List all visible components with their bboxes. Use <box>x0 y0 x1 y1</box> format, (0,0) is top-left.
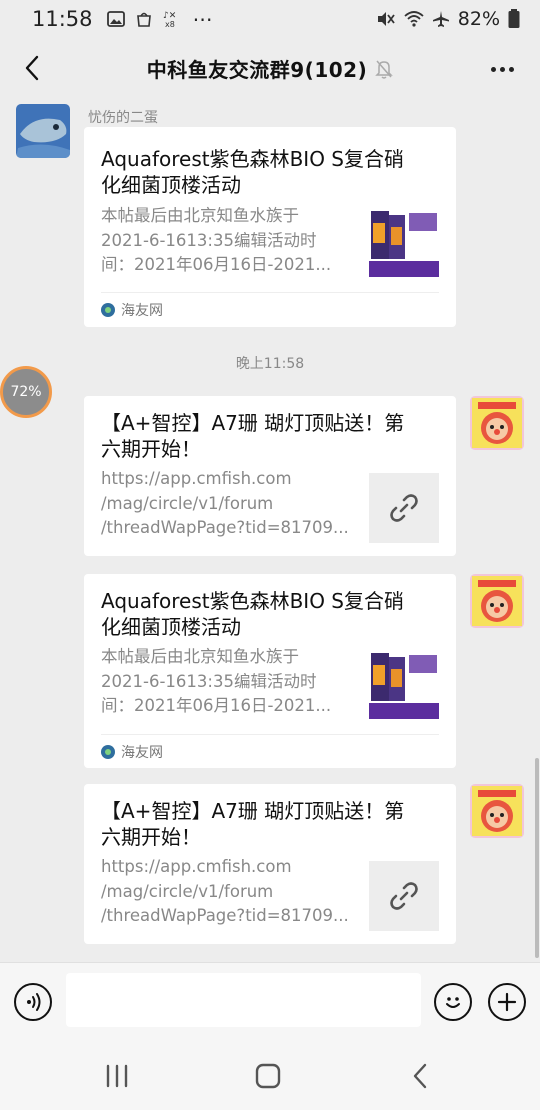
card-source: 海友网 <box>121 302 163 319</box>
badge-text: 72% <box>10 384 42 400</box>
self-avatar[interactable] <box>470 574 524 628</box>
sender-avatar[interactable] <box>16 104 70 158</box>
nav-back-icon <box>413 1063 427 1089</box>
article-card[interactable]: Aquaforest紫色森林BIO S复合硝 化细菌顶楼活动 本帖最后由北京知鱼… <box>84 127 456 327</box>
card-title-line: 六期开始！ <box>101 825 201 849</box>
message-timestamp: 晚上11:58 <box>235 356 305 372</box>
scrollbar-thumb[interactable] <box>535 758 539 958</box>
sender-name: 忧伤的二蛋 <box>88 110 158 126</box>
link-card[interactable]: 【A+智控】A7珊 瑚灯顶贴送！第 六期开始！ https://app.cmfi… <box>84 396 456 556</box>
article-thumbnail <box>369 207 439 277</box>
more-options-button[interactable] <box>484 52 520 86</box>
card-desc-line: /mag/circle/v1/forum <box>101 493 274 513</box>
card-desc-line: /mag/circle/v1/forum <box>101 881 274 901</box>
card-desc-line: 间：2021年06月16日-2021... <box>101 255 332 274</box>
back-button[interactable] <box>14 50 50 86</box>
more-dot-icon <box>508 66 514 72</box>
airplane-icon <box>432 10 450 28</box>
card-title-line: Aquaforest紫色森林BIO S复合硝 <box>101 589 404 613</box>
source-logo-icon <box>101 302 115 317</box>
nav-back-button[interactable] <box>400 1056 440 1096</box>
article-card[interactable]: Aquaforest紫色森林BIO S复合硝 化细菌顶楼活动 本帖最后由北京知鱼… <box>84 574 456 768</box>
card-desc-line: 本帖最后由北京知鱼水族于 <box>101 647 299 666</box>
plus-icon <box>497 992 517 1012</box>
card-source: 海友网 <box>121 744 163 761</box>
card-desc-line: /threadWapPage?tid=81709... <box>101 518 349 537</box>
status-more: ⋯ <box>192 7 213 31</box>
gallery-icon <box>106 10 125 28</box>
more-actions-button[interactable] <box>488 983 526 1021</box>
self-avatar[interactable] <box>470 396 524 450</box>
chat-title: 中科鱼友交流群9(102) <box>146 58 368 82</box>
card-desc-line: 本帖最后由北京知鱼水族于 <box>101 206 299 225</box>
call-status-icon: ♪✕ x8 <box>163 10 183 28</box>
float-progress-badge[interactable]: 72% <box>0 366 52 418</box>
card-desc-line: /threadWapPage?tid=81709... <box>101 906 349 925</box>
card-desc-line: 2021-6-1613:35编辑活动时 <box>101 230 317 250</box>
bag-icon <box>135 10 153 28</box>
chevron-left-icon <box>25 55 39 81</box>
mute-icon <box>376 10 396 28</box>
wifi-icon <box>404 10 424 28</box>
card-title-line: 化细菌顶楼活动 <box>101 173 241 197</box>
chat-message-list[interactable]: 忧伤的二蛋 Aquaforest紫色森林BIO S复合硝 化细菌顶楼活动 本帖最… <box>0 100 540 962</box>
source-logo-icon <box>101 744 115 759</box>
message-input-bar <box>0 962 540 1042</box>
link-icon <box>390 494 418 522</box>
link-thumbnail <box>369 473 439 543</box>
svg-text:x8: x8 <box>165 20 175 28</box>
card-title-line: Aquaforest紫色森林BIO S复合硝 <box>101 147 404 171</box>
status-bar: 11:58 ♪✕ x8 ⋯ 82% <box>0 0 540 38</box>
self-avatar[interactable] <box>470 784 524 838</box>
recent-apps-button[interactable] <box>97 1056 137 1096</box>
card-desc-line: https://app.cmfish.com <box>101 469 292 488</box>
recent-apps-icon <box>106 1064 128 1088</box>
emoji-button[interactable] <box>434 983 472 1021</box>
card-title-line: 【A+智控】A7珊 瑚灯顶贴送！第 <box>101 411 405 435</box>
system-nav-bar <box>0 1042 540 1110</box>
more-dot-icon <box>499 66 505 72</box>
link-thumbnail <box>369 861 439 931</box>
more-dot-icon <box>490 66 496 72</box>
mute-bell-icon <box>375 60 394 79</box>
home-icon <box>255 1063 281 1089</box>
emoji-icon <box>446 997 460 1008</box>
message-input[interactable] <box>66 973 421 1027</box>
article-thumbnail <box>369 649 439 719</box>
battery-percent: 82% <box>457 8 500 30</box>
card-title-line: 化细菌顶楼活动 <box>101 615 241 639</box>
link-card[interactable]: 【A+智控】A7珊 瑚灯顶贴送！第 六期开始！ https://app.cmfi… <box>84 784 456 944</box>
battery-icon <box>508 9 520 29</box>
card-title-line: 【A+智控】A7珊 瑚灯顶贴送！第 <box>101 799 405 823</box>
voice-button[interactable] <box>14 983 52 1021</box>
card-desc-line: 间：2021年06月16日-2021... <box>101 696 332 715</box>
card-desc-line: https://app.cmfish.com <box>101 857 292 876</box>
status-time: 11:58 <box>32 7 93 31</box>
home-button[interactable] <box>248 1056 288 1096</box>
chat-header: 中科鱼友交流群9(102) <box>0 38 540 100</box>
card-desc-line: 2021-6-1613:35编辑活动时 <box>101 671 317 691</box>
card-title-line: 六期开始！ <box>101 437 201 461</box>
voice-icon <box>27 993 41 1011</box>
link-icon <box>390 882 418 910</box>
